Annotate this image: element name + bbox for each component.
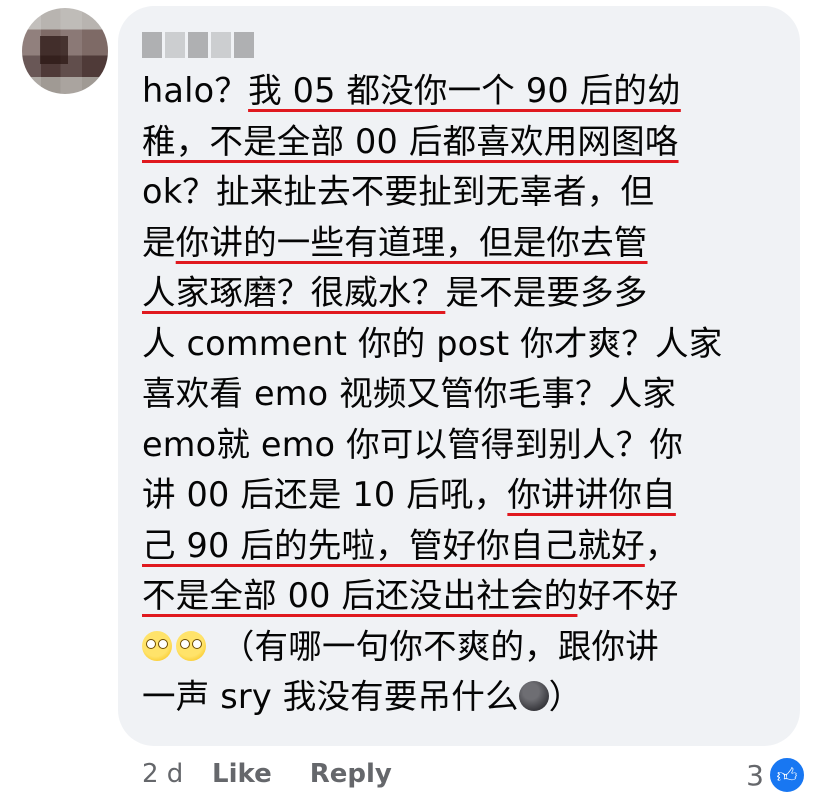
comment-line: 喜欢看 emo 视频又管你毛事？人家 — [142, 369, 792, 420]
underlined-text: 己 90 后的先啦，管好你自己就好 — [142, 525, 645, 565]
comment-footer: 2 d Like Reply — [142, 752, 430, 796]
comment-line: 人家琢磨？很威水？是不是要多多 — [142, 268, 792, 319]
like-button[interactable]: Like — [212, 759, 272, 789]
comment-line: 一声 sry 我没有要吊什么 ） — [142, 672, 792, 723]
comment-text-segment: emo就 emo 你可以管得到别人？你 — [142, 424, 684, 464]
comment-line: 人 comment 你的 post 你才爽？人家 — [142, 319, 792, 370]
comment-line: 是你讲的一些有道理，但是你去管 — [142, 218, 792, 269]
avatar[interactable] — [22, 8, 108, 94]
comment-timestamp[interactable]: 2 d — [142, 759, 212, 789]
comment-text-segment: 喜欢看 emo 视频又管你毛事？人家 — [142, 374, 677, 413]
comment-text-segment: ok？扯来扯去不要扯到无辜者，但 — [142, 172, 655, 211]
comment-line: ok？扯来扯去不要扯到无辜者，但 — [142, 167, 792, 218]
underlined-text: 你讲的一些有道理，但是你去管 — [175, 222, 648, 262]
comment-text-segment: 是不是要多多 — [445, 273, 648, 312]
comment-line: emo就 emo 你可以管得到别人？你 — [142, 420, 792, 471]
face-with-rolling-eyes-emoji — [176, 630, 206, 661]
comment-text-segment: 人 comment 你的 post 你才爽？人家 — [142, 323, 723, 363]
author-name-redacted[interactable] — [142, 32, 254, 58]
underlined-text: 你讲讲你自 — [507, 475, 676, 514]
face-with-rolling-eyes-emoji — [142, 630, 172, 661]
thumbs-up-icon: 👍︎ — [768, 756, 806, 794]
comment-line: 不是全部 00 后还没出社会的好不好 — [142, 571, 792, 622]
underlined-text: 不是全部 00 后还没出社会的 — [142, 576, 578, 615]
comment-text-segment: 是 — [142, 222, 176, 262]
comment-line: （有哪一句你不爽的，跟你讲 — [142, 622, 792, 673]
comment-line: halo？我 05 都没你一个 90 后的幼 — [142, 66, 792, 117]
comment-text-segment: 好不好 — [577, 576, 679, 615]
comment-line: 讲 00 后还是 10 后吼，你讲讲你自 — [142, 470, 792, 521]
new-moon-face-emoji — [518, 681, 549, 711]
reaction-summary[interactable]: 3 👍︎ — [746, 756, 806, 794]
comment-text: halo？我 05 都没你一个 90 后的幼 稚，不是全部 00 后都喜欢用网图咯… — [142, 66, 792, 723]
reply-button[interactable]: Reply — [310, 759, 392, 789]
comment-text-segment: ， — [644, 525, 679, 565]
underlined-text: 稚，不是全部 00 后都喜欢用网图咯 — [142, 121, 679, 161]
comment-text-segment: 一声 sry 我没有要吊什么 — [142, 677, 519, 716]
comment-text-segment: （有哪一句你不爽的，跟你讲 — [210, 626, 659, 666]
comment-text-segment: 讲 00 后还是 10 后吼， — [142, 475, 508, 514]
comment-line: 稚，不是全部 00 后都喜欢用网图咯 — [142, 117, 792, 168]
comment-line: 己 90 后的先啦，管好你自己就好， — [142, 521, 792, 572]
comment-text-segment: halo？ — [142, 71, 249, 110]
comment-text-segment: ） — [548, 677, 583, 716]
underlined-text: 人家琢磨？很威水？ — [142, 273, 446, 312]
underlined-text: 我 05 都没你一个 90 后的幼 — [248, 71, 681, 110]
reaction-count: 3 — [746, 758, 764, 792]
